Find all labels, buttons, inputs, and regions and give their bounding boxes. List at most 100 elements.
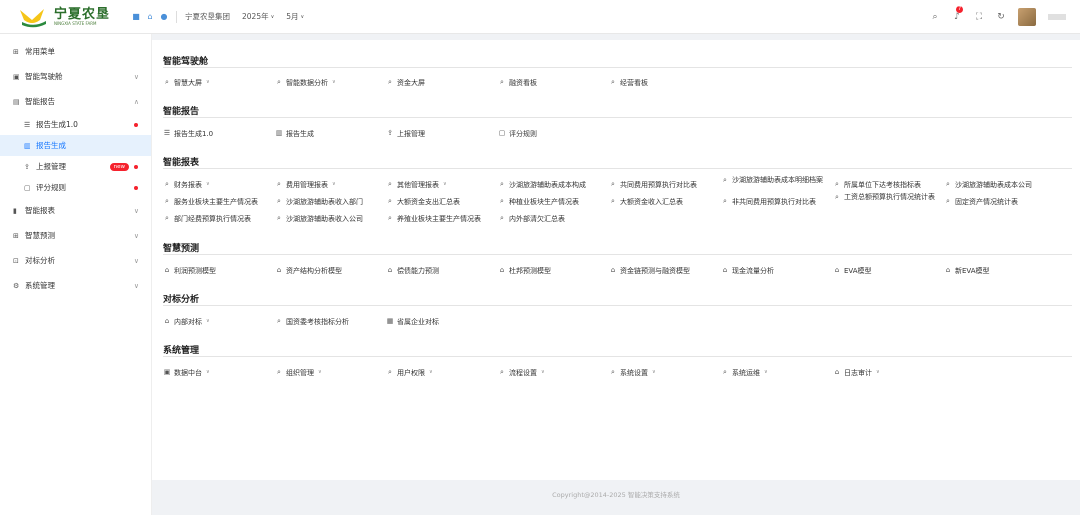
chevron-down-icon: ∨ xyxy=(764,369,768,375)
fullscreen-icon[interactable]: ⛶ xyxy=(974,12,984,22)
link-operations-board[interactable]: ⌕ 经营看板 xyxy=(609,78,648,88)
home-icon: ⌂ xyxy=(164,317,170,325)
month-select[interactable]: 5月 ∨ xyxy=(286,11,304,22)
link-new-eva[interactable]: ⌂ 新EVA模型 xyxy=(944,266,990,276)
link-system-ops[interactable]: ⌕ 系统运维 ∨ xyxy=(721,368,768,378)
link-sasac-kpi[interactable]: ⌕ 国资委考核指标分析 xyxy=(275,317,349,327)
sidebar-item-compare[interactable]: ⊡ 对标分析 ∨ xyxy=(0,248,151,273)
link-user-permissions[interactable]: ⌕ 用户权限 ∨ xyxy=(386,368,433,378)
user-name-blurred[interactable] xyxy=(1048,14,1066,20)
link-planting-production[interactable]: ⌕ 种植业板块生产情况表 xyxy=(498,197,579,207)
link-profit-model[interactable]: ⌂ 利润预测模型 xyxy=(163,266,216,276)
link-label: 现金流量分析 xyxy=(732,267,774,275)
link-label: 沙湖旅游辅助表成本公司 xyxy=(955,181,1032,189)
grid-icon: ⊞ xyxy=(13,47,19,56)
sidebar-item-report[interactable]: ▤ 智能报告 ∧ xyxy=(0,89,151,114)
link-report-gen[interactable]: ▥ 报告生成 xyxy=(275,129,314,139)
link-smart-screen[interactable]: ⌕ 智慧大屏 ∨ xyxy=(163,78,210,88)
link-provincial-benchmark[interactable]: ▦ 省属企业对标 xyxy=(386,317,439,327)
link-org-management[interactable]: ⌕ 组织管理 ∨ xyxy=(275,368,322,378)
link-debt-collection[interactable]: ⌕ 内外部清欠汇总表 xyxy=(498,214,565,224)
link-shahu-cost[interactable]: ⌕ 沙湖旅游辅助表成本构成 xyxy=(498,180,586,190)
sidebar-item-upload[interactable]: ⇪ 上报管理 new xyxy=(0,156,151,177)
sidebar-item-predict[interactable]: ⊞ 智慧预测 ∨ xyxy=(0,223,151,248)
link-expense-report[interactable]: ⌕ 费用管理报表 ∨ xyxy=(275,180,336,190)
link-dept-budget[interactable]: ⌕ 部门经费预算执行情况表 xyxy=(163,214,251,224)
apps-icon[interactable]: ■ xyxy=(132,12,140,21)
link-label: 数据中台 xyxy=(174,369,202,377)
link-internal-benchmark[interactable]: ⌂ 内部对标 ∨ xyxy=(163,317,210,327)
section-title: 智能驾驶舱 xyxy=(163,57,209,67)
link-service-production[interactable]: ⌕ 服务业板块主要生产情况表 xyxy=(163,197,258,207)
search-icon[interactable]: ⌕ xyxy=(930,12,940,22)
chevron-down-icon: ∨ xyxy=(133,206,139,215)
sidebar-item-cockpit[interactable]: ▣ 智能驾驶舱 ∨ xyxy=(0,64,151,89)
divider xyxy=(163,305,1072,306)
link-data-analysis[interactable]: ⌕ 智能数据分析 ∨ xyxy=(275,78,336,88)
sidebar-item-report-gen[interactable]: ▥ 报告生成 xyxy=(0,135,151,156)
link-non-shared-expense[interactable]: ⌕ 非共同费用预算执行对比表 xyxy=(721,197,816,207)
link-data-platform[interactable]: ▣ 数据中台 ∨ xyxy=(163,368,210,378)
refresh-icon[interactable]: ↻ xyxy=(996,12,1006,22)
link-label: 系统运维 xyxy=(732,369,760,377)
link-financial-report[interactable]: ⌕ 财务报表 ∨ xyxy=(163,180,210,190)
link-rules[interactable]: ▢ 评分规则 xyxy=(498,129,537,139)
link-capital-chain[interactable]: ⌂ 资金链预测与融资模型 xyxy=(609,266,690,276)
link-unit-kpi[interactable]: ⌕ 所属单位下达考核指标表 xyxy=(833,180,921,190)
sidebar-item-label: 智能报表 xyxy=(25,206,55,215)
link-large-expense[interactable]: ⌕ 大额资金支出汇总表 xyxy=(386,197,460,207)
chevron-down-icon: ∨ xyxy=(133,281,139,290)
link-eva[interactable]: ⌂ EVA模型 xyxy=(833,266,872,276)
link-shahu-cost-detail[interactable]: ⌕ 沙湖旅游辅助表成本明细档案 xyxy=(721,176,828,185)
home-icon: ⌂ xyxy=(164,266,170,274)
link-report-gen-1[interactable]: ☰ 报告生成1.0 xyxy=(163,129,213,139)
settings-icon: ⚙ xyxy=(13,281,20,290)
link-label: 固定资产情况统计表 xyxy=(955,198,1018,206)
search-icon: ⌕ xyxy=(723,368,727,376)
link-shared-expense[interactable]: ⌕ 共同费用预算执行对比表 xyxy=(609,180,697,190)
sidebar-item-report-gen-1[interactable]: ☰ 报告生成1.0 xyxy=(0,114,151,135)
year-select[interactable]: 2025年 ∨ xyxy=(242,11,274,22)
sidebar-item-rules[interactable]: ▢ 评分规则 xyxy=(0,177,151,198)
cockpit-icon: ▣ xyxy=(13,72,20,81)
link-asset-structure[interactable]: ⌂ 资产结构分析模型 xyxy=(275,266,342,276)
doc-icon: ▥ xyxy=(275,129,283,137)
link-dupont[interactable]: ⌂ 杜邦预测模型 xyxy=(498,266,551,276)
link-solvency[interactable]: ⌂ 偿债能力预测 xyxy=(386,266,439,276)
link-breeding-production[interactable]: ⌕ 养殖业板块主要生产情况表 xyxy=(386,214,481,224)
link-audit-log[interactable]: ⌂ 日志审计 ∨ xyxy=(833,368,880,378)
link-workflow-settings[interactable]: ⌕ 流程设置 ∨ xyxy=(498,368,545,378)
link-label: 沙湖旅游辅助表成本明细档案 xyxy=(732,176,823,184)
link-system-settings[interactable]: ⌕ 系统设置 ∨ xyxy=(609,368,656,378)
home-icon: ⌂ xyxy=(722,266,728,274)
home-icon[interactable]: ⌂ xyxy=(146,12,154,21)
link-other-report[interactable]: ⌕ 其他管理报表 ∨ xyxy=(386,180,447,190)
logo[interactable]: 宁夏农垦 NINGXIA STATE FARM xyxy=(0,6,130,28)
link-upload[interactable]: ⇪ 上报管理 xyxy=(386,129,425,139)
status-dot xyxy=(134,122,138,127)
link-shahu-income-dept[interactable]: ⌕ 沙湖旅游辅助表收入部门 xyxy=(275,197,363,207)
chevron-down-icon: ∨ xyxy=(876,369,880,375)
link-cashflow[interactable]: ⌂ 现金流量分析 xyxy=(721,266,774,276)
link-fixed-assets[interactable]: ⌕ 固定资产情况统计表 xyxy=(944,197,1018,207)
link-shahu-income-company[interactable]: ⌕ 沙湖旅游辅助表收入公司 xyxy=(275,214,363,224)
link-finance-board[interactable]: ⌕ 融资看板 xyxy=(498,78,537,88)
search-icon: ⌕ xyxy=(611,197,615,205)
chevron-down-icon: ∨ xyxy=(270,13,275,20)
avatar[interactable] xyxy=(1018,8,1036,26)
sidebar-item-reports[interactable]: ▮ 智能报表 ∨ xyxy=(0,198,151,223)
org-name[interactable]: 宁夏农垦集团 xyxy=(185,11,230,22)
link-large-income[interactable]: ⌕ 大额资金收入汇总表 xyxy=(609,197,683,207)
bell-icon[interactable]: ♪ 7 xyxy=(952,6,964,22)
user-icon[interactable]: ● xyxy=(160,12,168,21)
link-label: 种植业板块生产情况表 xyxy=(509,198,579,206)
link-label: 新EVA模型 xyxy=(955,267,990,275)
link-fund-screen[interactable]: ⌕ 资金大屏 xyxy=(386,78,425,88)
search-icon: ⌕ xyxy=(277,214,281,222)
link-wage-budget[interactable]: ⌕ 工资总额预算执行情况统计表 xyxy=(833,193,940,202)
link-label: 沙湖旅游辅助表收入部门 xyxy=(286,198,363,206)
sidebar-item-system[interactable]: ⚙ 系统管理 ∨ xyxy=(0,273,151,298)
link-shahu-cost-company[interactable]: ⌕ 沙湖旅游辅助表成本公司 xyxy=(944,180,1032,190)
chevron-down-icon: ∨ xyxy=(652,369,656,375)
sidebar-item-favorites[interactable]: ⊞ 常用菜单 xyxy=(0,39,151,64)
